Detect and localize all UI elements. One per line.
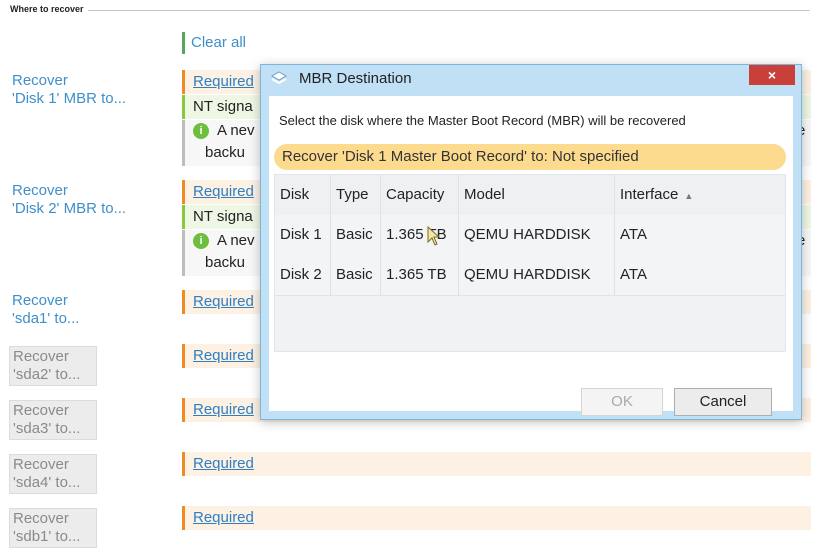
row-label-line1: Recover [13, 402, 69, 419]
recover-disk1-mbr-label[interactable]: Recover 'Disk 1' MBR to... [12, 72, 126, 108]
recover-sda4-label[interactable]: Recover 'sda4' to... [9, 454, 97, 494]
row-label-line1: Recover [13, 456, 69, 473]
required-link[interactable]: Required [193, 73, 254, 90]
cell-interface: ATA [620, 226, 647, 243]
recover-sdb1-label[interactable]: Recover 'sdb1' to... [9, 508, 97, 548]
row-label-line2: 'Disk 1' MBR to... [12, 90, 127, 107]
recover-sda2-label[interactable]: Recover 'sda2' to... [9, 346, 97, 386]
required-bar: Required [182, 452, 811, 476]
row-label-line2: 'sda4' to... [13, 474, 81, 491]
required-bar: Required [182, 506, 811, 530]
cell-type: Basic [331, 255, 381, 295]
note-text-line2: backu [205, 144, 246, 161]
dialog-titlebar[interactable]: MBR Destination × [261, 65, 801, 95]
note-text-line1: A nev [217, 122, 255, 139]
column-header-disk[interactable]: Disk [275, 175, 331, 215]
mbr-destination-dialog: MBR Destination × Select the disk where … [260, 64, 802, 420]
required-link[interactable]: Required [193, 293, 254, 310]
mouse-pointer-icon [427, 226, 441, 246]
table-row[interactable]: Disk 1 Basic 1.365 TB QEMU HARDDISK ATA [275, 215, 785, 256]
dialog-instruction: Select the disk where the Master Boot Re… [279, 113, 686, 128]
note-text-line1: A nev [217, 232, 255, 249]
cell-type: Basic [331, 215, 381, 255]
required-link[interactable]: Required [193, 509, 254, 526]
cell-model: QEMU HARDDISK [459, 255, 615, 295]
cell-disk: Disk 1 [275, 215, 331, 255]
required-link[interactable]: Required [193, 455, 254, 472]
row-label-line1: Recover [12, 292, 68, 309]
section-header: Where to recover [10, 3, 810, 17]
required-link[interactable]: Required [193, 401, 254, 418]
clear-all-link[interactable]: Clear all [182, 32, 246, 54]
required-link[interactable]: Required [193, 347, 254, 364]
recover-sda3-label[interactable]: Recover 'sda3' to... [9, 400, 97, 440]
column-header-type[interactable]: Type [331, 175, 381, 215]
destination-status-text: Recover 'Disk 1 Master Boot Record' to: … [282, 148, 639, 165]
required-link[interactable]: Required [193, 183, 254, 200]
section-divider [10, 10, 810, 11]
ok-button[interactable]: OK [581, 388, 663, 416]
dialog-body: Select the disk where the Master Boot Re… [269, 96, 793, 416]
row-label-line2: 'sda2' to... [13, 366, 81, 383]
column-header-model[interactable]: Model [459, 175, 615, 215]
cell-disk: Disk 2 [275, 255, 331, 295]
row-label-line1: Recover [12, 72, 68, 89]
column-header-interface[interactable]: Interface ▲ [615, 175, 785, 215]
nt-signature-text: NT signa [193, 208, 253, 225]
row-label-line2: 'sda3' to... [13, 420, 81, 437]
column-header-capacity[interactable]: Capacity [381, 175, 459, 215]
sort-ascending-icon: ▲ [684, 191, 694, 201]
row-label-line1: Recover [12, 182, 68, 199]
close-button[interactable]: × [749, 65, 795, 85]
cell-capacity: 1.365 TB [381, 255, 459, 295]
table-header: Disk Type Capacity Model Interface ▲ [275, 175, 785, 216]
row-label-line1: Recover [13, 510, 69, 527]
info-icon: i [193, 123, 209, 139]
cell-model: QEMU HARDDISK [459, 215, 615, 255]
nt-signature-text: NT signa [193, 98, 253, 115]
close-icon: × [767, 67, 777, 83]
cell-interface: ATA [620, 266, 647, 283]
info-icon: i [193, 233, 209, 249]
row-label-line1: Recover [13, 348, 69, 365]
column-header-interface-label: Interface [620, 186, 679, 203]
cell-capacity: 1.365 TB [381, 215, 459, 255]
note-text-line2: backu [205, 254, 246, 271]
dialog-title: MBR Destination [299, 70, 412, 87]
row-label-line2: 'sdb1' to... [13, 528, 81, 545]
disk-table: Disk Type Capacity Model Interface ▲ Disk… [274, 174, 786, 352]
row-label-line2: 'Disk 2' MBR to... [12, 200, 127, 217]
layers-icon [271, 71, 287, 85]
row-label-line2: 'sda1' to... [12, 310, 80, 327]
recover-sda1-label[interactable]: Recover 'sda1' to... [12, 292, 79, 328]
cancel-button[interactable]: Cancel [674, 388, 772, 416]
table-row[interactable]: Disk 2 Basic 1.365 TB QEMU HARDDISK ATA [275, 255, 785, 296]
section-title: Where to recover [10, 3, 88, 15]
recover-disk2-mbr-label[interactable]: Recover 'Disk 2' MBR to... [12, 182, 126, 218]
destination-status-banner: Recover 'Disk 1 Master Boot Record' to: … [274, 144, 786, 170]
